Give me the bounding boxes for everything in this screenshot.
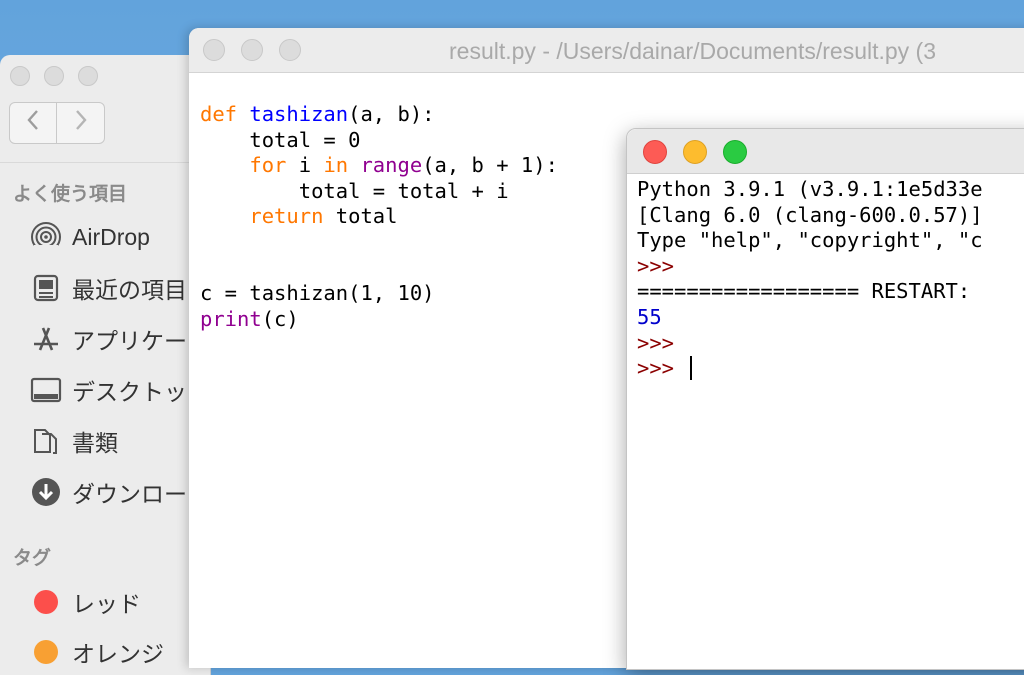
applications-icon: [30, 323, 62, 355]
code-token: (a, b):: [348, 102, 435, 126]
shell-banner-line: Type "help", "copyright", "c: [637, 228, 983, 253]
python-shell-window: Python 3.9.1 (v3.9.1:1e5d33e [Clang 6.0 …: [626, 128, 1024, 670]
sidebar-item-desktop[interactable]: デスクトッ: [30, 373, 187, 407]
code-editor-text[interactable]: def tashizan(a, b): total = 0 for i in r…: [200, 102, 558, 332]
sidebar-item-label: アプリケー: [72, 328, 187, 354]
back-button[interactable]: [9, 102, 57, 144]
shell-banner-line: [Clang 6.0 (clang-600.0.57)]: [637, 202, 983, 227]
shell-restart-line: ================== RESTART:: [637, 279, 971, 304]
sidebar-item-label: レッド: [72, 591, 141, 617]
finder-window: よく使う項目 AirDrop 最近の項目 アプリケー デスクトッ 書類 ダウンロ…: [0, 55, 211, 675]
code-token: for: [249, 153, 287, 178]
sidebar-item-label: オレンジ: [72, 641, 164, 667]
sidebar-item-label: AirDrop: [72, 223, 150, 250]
code-line: c = tashizan(1, 10): [200, 281, 435, 306]
finder-close-button[interactable]: [10, 66, 30, 86]
airdrop-icon: [30, 221, 62, 253]
sidebar-item-label: 書類: [72, 430, 118, 456]
shell-minimize-button[interactable]: [683, 140, 707, 164]
forward-button[interactable]: [57, 102, 105, 144]
code-line: total = 0: [200, 127, 361, 152]
desktop-icon: [30, 374, 62, 406]
code-token: print: [200, 306, 262, 331]
sidebar-item-documents[interactable]: 書類: [30, 424, 118, 458]
documents-icon: [30, 425, 62, 457]
orange-tag-dot-icon: [34, 640, 58, 664]
shell-close-button[interactable]: [643, 140, 667, 164]
code-line: total = total + i: [200, 178, 509, 203]
favorites-section-title: よく使う項目: [13, 184, 128, 205]
editor-zoom-button[interactable]: [279, 39, 301, 61]
shell-result-output: 55: [637, 304, 662, 329]
editor-titlebar[interactable]: result.py - /Users/dainar/Documents/resu…: [189, 28, 1024, 73]
code-token: def: [200, 102, 238, 126]
sidebar-item-label: デスクトッ: [72, 379, 187, 405]
red-tag-dot-icon: [34, 590, 58, 614]
editor-minimize-button[interactable]: [241, 39, 263, 61]
shell-prompt: >>>: [637, 330, 675, 355]
shell-traffic-lights: [643, 140, 747, 164]
code-token: in: [323, 153, 349, 178]
downloads-icon: [30, 476, 62, 508]
sidebar-item-label: ダウンロー: [72, 481, 187, 507]
shell-titlebar[interactable]: [627, 129, 1024, 174]
finder-nav-buttons: [9, 102, 105, 144]
sidebar-item-applications[interactable]: アプリケー: [30, 322, 187, 356]
shell-prompt: >>>: [637, 356, 675, 381]
toolbar-divider: [0, 162, 210, 163]
sidebar-item-recents[interactable]: 最近の項目: [30, 271, 187, 305]
code-token: (a, b + 1):: [422, 153, 558, 178]
sidebar-tag-red[interactable]: レッド: [30, 585, 141, 619]
sidebar-item-downloads[interactable]: ダウンロー: [30, 475, 187, 509]
text-cursor: [690, 356, 693, 381]
finder-zoom-button[interactable]: [78, 66, 98, 86]
chevron-right-icon: [73, 108, 89, 139]
chevron-left-icon: [25, 108, 41, 139]
tags-section-title: タグ: [13, 548, 52, 569]
shell-output[interactable]: Python 3.9.1 (v3.9.1:1e5d33e [Clang 6.0 …: [637, 177, 983, 382]
finder-traffic-lights: [10, 66, 98, 86]
code-token: tashizan: [249, 102, 349, 126]
editor-window-title: result.py - /Users/dainar/Documents/resu…: [449, 38, 937, 64]
code-token: return: [249, 204, 324, 229]
shell-banner-line: Python 3.9.1 (v3.9.1:1e5d33e: [637, 177, 983, 201]
code-token: (c): [261, 306, 299, 331]
editor-close-button[interactable]: [203, 39, 225, 61]
sidebar-item-label: 最近の項目: [72, 277, 187, 303]
code-token: i: [286, 153, 324, 178]
shell-prompt: >>>: [637, 253, 675, 278]
editor-traffic-lights: [203, 39, 301, 61]
finder-minimize-button[interactable]: [44, 66, 64, 86]
code-token: total: [323, 204, 398, 229]
code-token: range: [360, 153, 423, 178]
shell-zoom-button[interactable]: [723, 140, 747, 164]
sidebar-tag-orange[interactable]: オレンジ: [30, 635, 164, 669]
recents-icon: [30, 272, 62, 304]
sidebar-item-airdrop[interactable]: AirDrop: [30, 220, 150, 254]
